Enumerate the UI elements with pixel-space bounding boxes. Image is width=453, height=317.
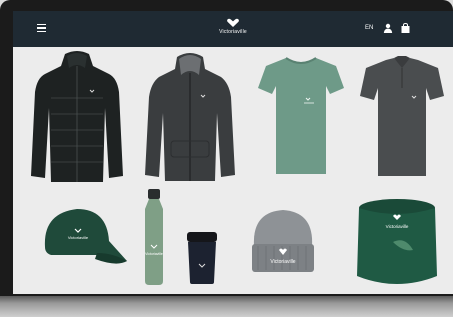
laptop-base [0, 296, 453, 317]
bottle-print-text: Victoriaville [145, 252, 163, 256]
product-womens-tee[interactable] [256, 54, 346, 179]
polo-image [360, 56, 444, 176]
language-switch[interactable]: EN [365, 25, 373, 31]
neck-warmer-print-text: Victoriaville [386, 224, 409, 229]
product-puffer-jacket[interactable] [27, 48, 127, 188]
cap-print-text: Victoriaville [68, 235, 89, 240]
cap-image: Victoriaville [44, 209, 128, 264]
brand-name: Victoriaville [219, 29, 247, 35]
puffer-jacket-image [31, 51, 123, 182]
brand-logo-link[interactable]: Victoriaville [203, 18, 263, 44]
beanie-print-text: Victoriaville [270, 259, 295, 265]
user-icon[interactable] [383, 23, 393, 33]
product-hoodie[interactable] [141, 51, 239, 186]
product-tumbler[interactable] [184, 230, 220, 286]
neck-warmer-image: Victoriaville [357, 199, 437, 284]
product-cap[interactable]: Victoriaville [37, 203, 129, 269]
hoodie-image [145, 53, 235, 181]
tumbler-image [187, 232, 217, 284]
heart-emblem-logo [227, 18, 239, 27]
product-beanie[interactable]: Victoriaville [248, 206, 318, 276]
browser-screen: Victoriaville EN Victoriaville Victoriav… [13, 11, 453, 294]
bottle-image: Victoriaville [145, 189, 163, 285]
beanie-image: Victoriaville [252, 210, 314, 272]
shopping-bag-icon[interactable] [401, 23, 410, 33]
product-polo[interactable] [358, 56, 446, 179]
hamburger-menu-icon[interactable] [37, 24, 46, 32]
product-bottle[interactable]: Victoriaville [139, 187, 169, 287]
womens-tee-image [258, 57, 344, 174]
site-header: Victoriaville EN [13, 11, 453, 47]
product-neck-warmer[interactable]: Victoriaville [353, 196, 441, 288]
